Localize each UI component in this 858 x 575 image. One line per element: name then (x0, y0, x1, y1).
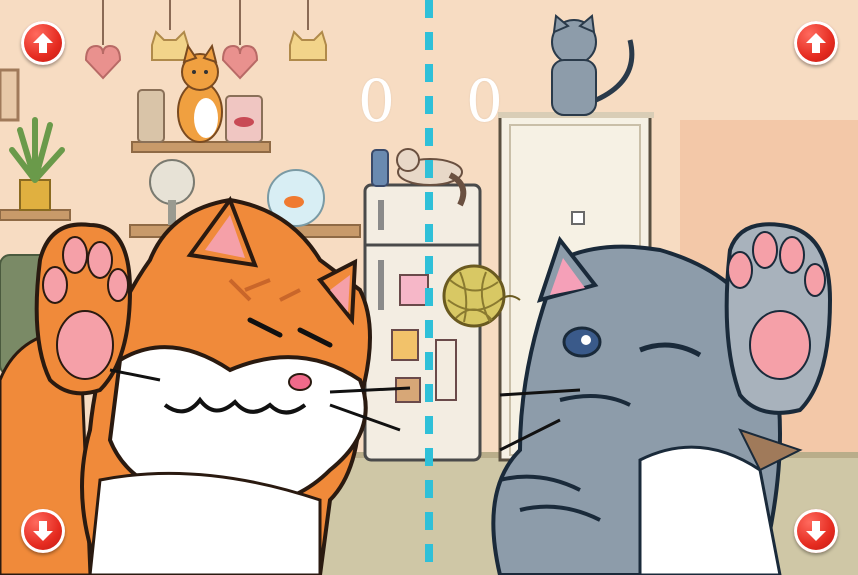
game-stage: 0 0 (0, 0, 858, 575)
right-player-down-button[interactable] (794, 509, 838, 553)
arrow-down-icon (806, 521, 826, 541)
arrow-up-icon (806, 33, 826, 53)
left-player-score: 0 (358, 67, 395, 135)
arrow-down-icon (33, 521, 53, 541)
right-player-score: 0 (466, 67, 503, 135)
kitchen-scene (0, 0, 858, 575)
arrow-up-icon (33, 33, 53, 53)
left-player-up-button[interactable] (21, 21, 65, 65)
right-player-up-button[interactable] (794, 21, 838, 65)
left-player-down-button[interactable] (21, 509, 65, 553)
